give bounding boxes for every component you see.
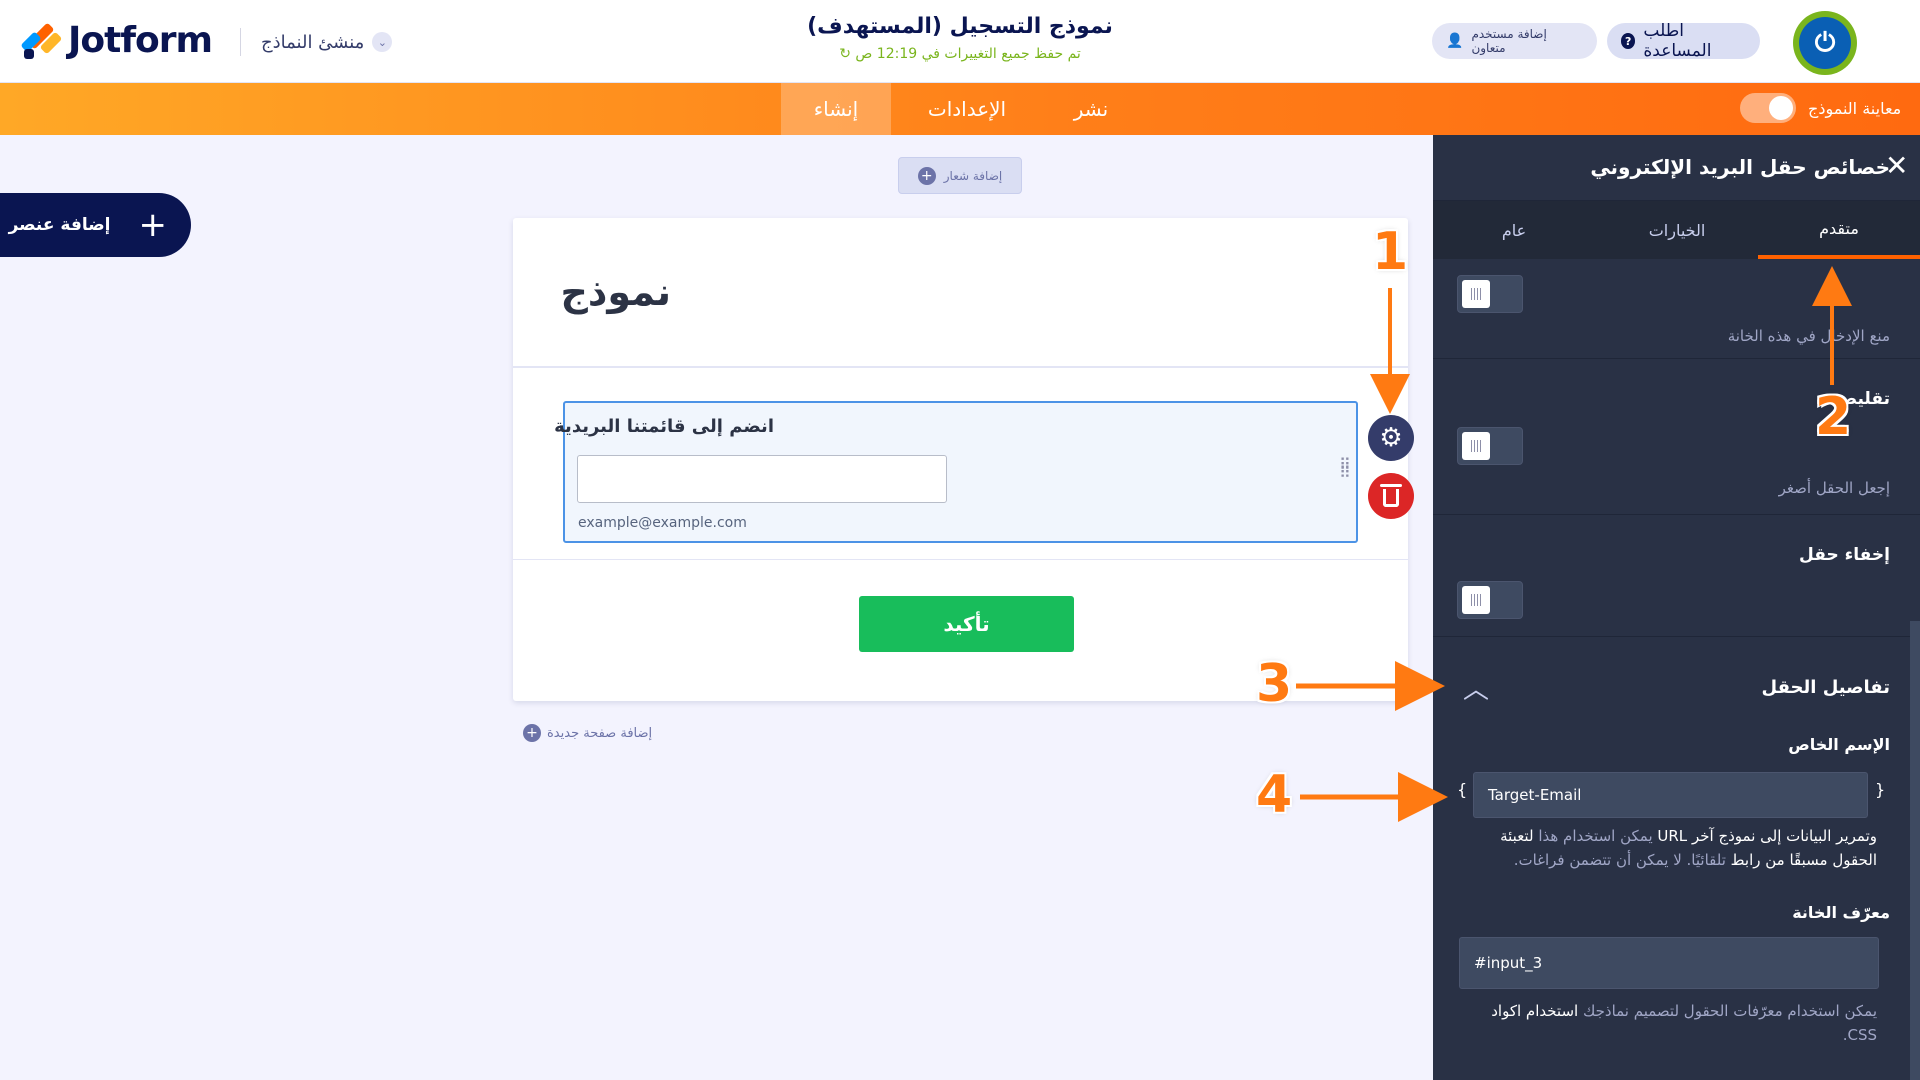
add-element-button[interactable]: إضافة عنصر + [0,193,191,257]
power-icon: ⏻ [1799,17,1851,69]
add-element-label: إضافة عنصر [8,215,111,235]
form-title[interactable]: نموذج التسجيل (المستهدف) [760,14,1160,39]
builder-navbar: معاينة النموذج إنشاء الإعدادات نشر [0,83,1920,135]
read-only-section: منع الإدخال في هذه الخانة [1433,249,1920,359]
plus-circle-icon: + [523,724,541,742]
email-field[interactable] [577,455,947,503]
hide-field-section: إخفاء حقل [1433,515,1920,637]
properties-panel: ✕ خصائص حقل البريد الإلكتروني عام الخيار… [1433,135,1920,1080]
add-user-icon: 👤 [1446,33,1464,49]
jotform-logo[interactable]: Jotform [20,20,213,61]
unique-name-label: الإسم الخاص [1788,735,1890,754]
get-help-button[interactable]: ? اطلب المساعدة [1607,21,1760,61]
form-card: نموذج انضم إلى قائمتنا البريدية example@… [513,218,1408,701]
form-heading[interactable]: نموذج [561,270,671,314]
chevron-up-icon: ︿ [1463,675,1490,705]
invite-collaborator-button[interactable]: 👤 إضافة مستخدم متعاون [1432,23,1597,59]
hide-field-toggle[interactable] [1457,581,1523,619]
panel-scrollbar[interactable] [1910,621,1920,1080]
shrink-description: إجعل الحقل أصغر [1778,479,1890,497]
annotation-number-1: 1 [1372,222,1409,282]
divider [513,366,1408,368]
annotation-number-4: 4 [1256,765,1293,825]
top-header: Jotform منشئ النماذج ⌄ نموذج التسجيل (ال… [0,0,1920,83]
chevron-down-icon: ⌄ [372,32,393,52]
tab-settings[interactable]: الإعدادات [891,83,1043,135]
drag-handle-icon[interactable]: ⠿ ⠿ [1339,457,1359,481]
email-field-container[interactable]: انضم إلى قائمتنا البريدية example@exampl… [554,401,1358,543]
field-details-header[interactable]: ︿ تفاصيل الحقل [1433,655,1920,721]
panel-header: ✕ خصائص حقل البريد الإلكتروني [1433,135,1920,201]
avatar[interactable]: ⏻ [1793,11,1857,75]
preview-label: معاينة النموذج [1808,98,1902,118]
field-id-help: يمكن استخدام معرّفات الحقول لتصميم نماذج… [1491,1002,1877,1044]
builder-label: منشئ النماذج [261,31,365,53]
read-only-toggle[interactable] [1457,275,1523,313]
add-page-label: إضافة صفحة جديدة [547,725,653,741]
field-details-title: تفاصيل الحقل [1761,677,1890,698]
brace-open: { [1457,780,1468,799]
add-new-page-button[interactable]: + إضافة صفحة جديدة [523,724,652,742]
shrink-toggle[interactable] [1457,427,1523,465]
email-field-label[interactable]: انضم إلى قائمتنا البريدية [554,416,774,437]
delete-field-button[interactable] [1368,473,1414,519]
save-status: ↻ تم حفظ جميع التغييرات في 12:19 ص [839,46,1081,62]
tab-publish[interactable]: نشر [1043,83,1139,135]
plus-icon: + [138,205,168,245]
jotform-logo-icon [20,22,63,60]
submit-button[interactable]: تأكيد [859,596,1074,652]
plus-circle-icon: + [917,166,936,185]
divider [513,559,1408,560]
gear-icon: ⚙ [1379,423,1403,453]
field-id-label: معرّف الخانة [1792,903,1890,922]
preview-switch[interactable] [1740,93,1796,123]
field-id-input[interactable]: #input_3 [1459,937,1879,989]
add-logo-button[interactable]: + إضافة شعار [898,157,1022,194]
unique-name-input[interactable]: Target-Email [1473,772,1868,818]
logo-text: Jotform [68,20,213,61]
field-properties-button[interactable]: ⚙ [1368,415,1414,461]
annotation-number-2: 2 [1815,387,1852,447]
hide-field-title: إخفاء حقل [1799,545,1890,565]
unique-name-help: وتمرير البيانات إلى نموذج آخر URL يمكن ا… [1500,827,1877,869]
tab-build[interactable]: إنشاء [781,83,891,135]
brace-close: } [1875,780,1886,799]
add-logo-label: إضافة شعار [943,168,1003,183]
preview-form-toggle[interactable]: معاينة النموذج [1740,93,1901,123]
help-icon: ? [1621,33,1636,49]
help-label: اطلب المساعدة [1643,21,1712,61]
trash-icon [1380,484,1402,507]
annotation-number-3: 3 [1256,654,1293,714]
read-only-description: منع الإدخال في هذه الخانة [1727,327,1890,345]
email-field-sublabel[interactable]: example@example.com [578,515,747,531]
invite-label: إضافة مستخدم متعاون [1471,27,1547,55]
panel-title: خصائص حقل البريد الإلكتروني [1590,155,1890,179]
builder-dropdown[interactable]: منشئ النماذج ⌄ [240,28,393,56]
